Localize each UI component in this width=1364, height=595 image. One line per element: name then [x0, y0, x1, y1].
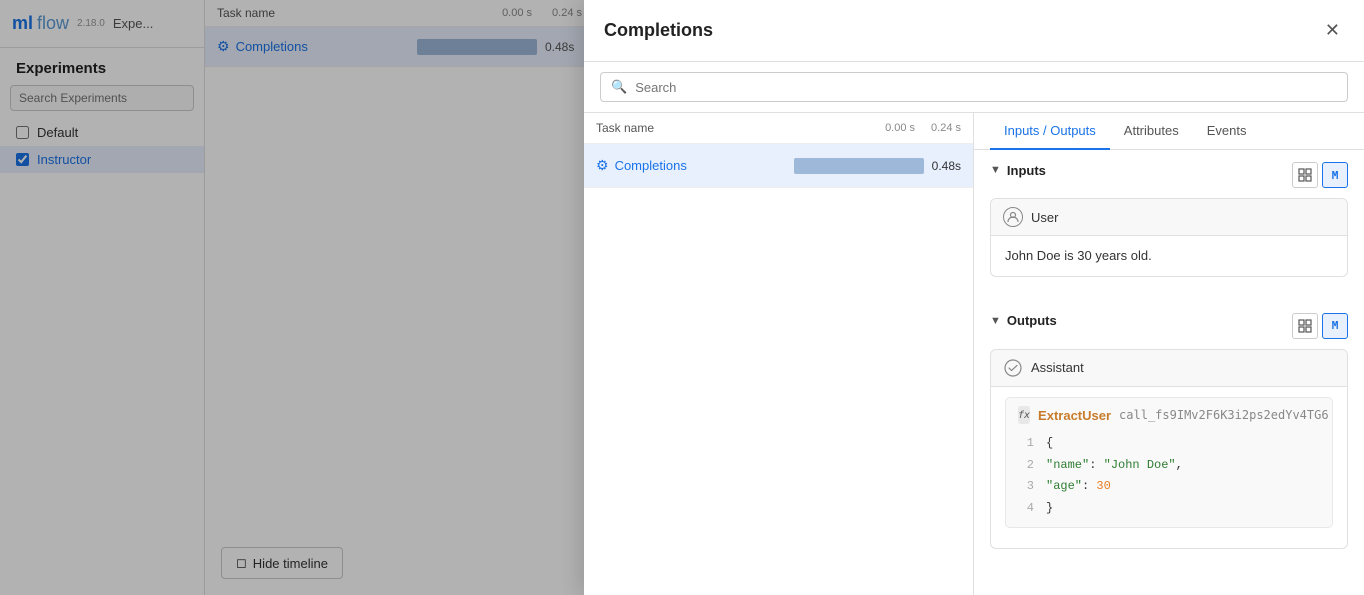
inputs-view-mono-btn[interactable]: M [1322, 162, 1348, 188]
line-num-4: 4 [1018, 498, 1034, 520]
modal-header: Completions ✕ [584, 0, 1364, 62]
modal-time1: 0.00 s [885, 122, 915, 134]
modal-close-button[interactable]: ✕ [1321, 16, 1344, 45]
modal-task-label: Completions [615, 158, 687, 173]
modal-left-pane: Task name 0.00 s 0.24 s ⚙ Completions 0.… [584, 113, 974, 595]
search-icon: 🔍 [611, 79, 627, 95]
outputs-label: Outputs [1007, 313, 1057, 328]
modal-task-duration: 0.48s [932, 159, 961, 173]
modal-overlay: Completions ✕ 🔍 Task name 0.00 s 0.24 s [0, 0, 1364, 595]
function-call-header: fx ExtractUser call_fs9IMv2F6K3i2ps2edYv… [1018, 406, 1320, 426]
assistant-message-body: fx ExtractUser call_fs9IMv2F6K3i2ps2edYv… [991, 387, 1347, 549]
outputs-toggle[interactable]: ▼ Outputs [990, 313, 1057, 328]
modal-search-wrapper: 🔍 [584, 62, 1364, 113]
modal-task-bar-wrap: 0.48s [794, 158, 961, 174]
code-line-3: 3 "age": 30 [1018, 476, 1320, 498]
user-icon [1003, 207, 1023, 227]
function-call-block: fx ExtractUser call_fs9IMv2F6K3i2ps2edYv… [1005, 397, 1333, 529]
modal-time2: 0.24 s [931, 122, 961, 134]
modal-tabs: Inputs / Outputs Attributes Events [974, 113, 1364, 150]
inputs-section-header: ▼ Inputs [990, 162, 1348, 188]
assistant-icon [1003, 358, 1023, 378]
modal-task-icon: ⚙ [596, 157, 609, 174]
code-brace-close: } [1046, 498, 1053, 520]
tab-inputs-outputs[interactable]: Inputs / Outputs [990, 113, 1110, 150]
modal-task-bar [794, 158, 924, 174]
completions-modal: Completions ✕ 🔍 Task name 0.00 s 0.24 s [584, 0, 1364, 595]
user-message-content: John Doe is 30 years old. [1005, 248, 1152, 263]
modal-left-header: Task name 0.00 s 0.24 s [584, 113, 973, 144]
tab-events[interactable]: Events [1193, 113, 1261, 150]
outputs-section: ▼ Outputs [974, 301, 1364, 574]
user-message-header: User [991, 199, 1347, 236]
line-num-2: 2 [1018, 455, 1034, 477]
modal-task-row[interactable]: ⚙ Completions 0.48s [584, 144, 973, 188]
modal-search-inner: 🔍 [600, 72, 1348, 102]
code-block: 1 { 2 "name": "John Doe", [1018, 433, 1320, 519]
inputs-toggle[interactable]: ▼ Inputs [990, 163, 1046, 178]
code-line-3-text: "age": 30 [1046, 476, 1111, 498]
user-message-block: User John Doe is 30 years old. [990, 198, 1348, 277]
code-line-2-text: "name": "John Doe", [1046, 455, 1183, 477]
user-message-body: John Doe is 30 years old. [991, 236, 1347, 276]
code-line-2: 2 "name": "John Doe", [1018, 455, 1320, 477]
inputs-view-buttons: M [1292, 162, 1348, 188]
inputs-chevron: ▼ [990, 164, 1001, 176]
outputs-view-mono-btn[interactable]: M [1322, 313, 1348, 339]
modal-right-pane: Inputs / Outputs Attributes Events ▼ Inp… [974, 113, 1364, 595]
assistant-message-header: Assistant [991, 350, 1347, 387]
line-num-1: 1 [1018, 433, 1034, 455]
outputs-section-header: ▼ Outputs [990, 313, 1348, 339]
outputs-view-buttons: M [1292, 313, 1348, 339]
modal-left-times: 0.00 s 0.24 s [885, 122, 961, 134]
outputs-view-table-btn[interactable] [1292, 313, 1318, 339]
assistant-role-label: Assistant [1031, 360, 1084, 375]
modal-title: Completions [604, 20, 713, 41]
line-num-3: 3 [1018, 476, 1034, 498]
modal-body: Task name 0.00 s 0.24 s ⚙ Completions 0.… [584, 113, 1364, 595]
code-line-4: 4 } [1018, 498, 1320, 520]
outputs-chevron: ▼ [990, 315, 1001, 327]
tab-attributes[interactable]: Attributes [1110, 113, 1193, 150]
function-name: ExtractUser [1038, 406, 1111, 426]
outputs-mono-icon: M [1332, 319, 1339, 332]
modal-search-input[interactable] [635, 80, 1337, 95]
mono-icon: M [1332, 169, 1339, 182]
function-id: call_fs9IMv2F6K3i2ps2edYv4TG6 [1119, 406, 1329, 424]
inputs-section: ▼ Inputs [974, 150, 1364, 301]
user-role-label: User [1031, 210, 1058, 225]
code-line-1: 1 { [1018, 433, 1320, 455]
code-brace-open: { [1046, 433, 1053, 455]
modal-task-name: ⚙ Completions [596, 157, 794, 174]
assistant-message-block: Assistant fx ExtractUser call_fs9IMv2F6K… [990, 349, 1348, 550]
inputs-view-table-btn[interactable] [1292, 162, 1318, 188]
fx-icon: fx [1018, 406, 1030, 424]
inputs-label: Inputs [1007, 163, 1046, 178]
modal-task-col-label: Task name [596, 121, 875, 135]
